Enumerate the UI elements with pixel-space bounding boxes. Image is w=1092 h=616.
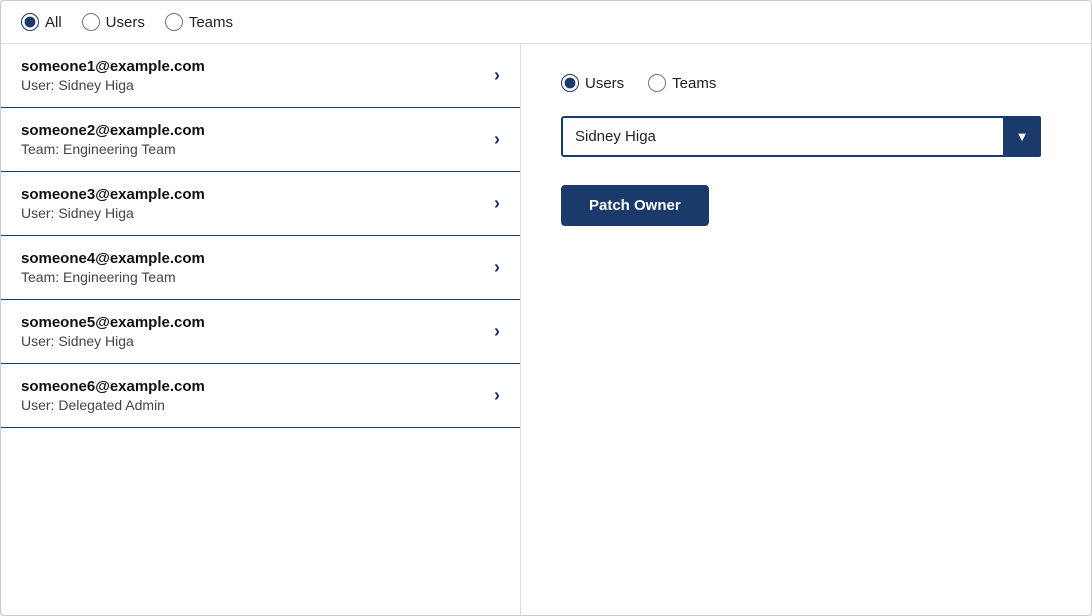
list-item-detail: User: Sidney Higa bbox=[21, 77, 205, 93]
list-item-detail: Team: Engineering Team bbox=[21, 141, 205, 157]
radio-all-label: All bbox=[45, 14, 62, 31]
radio-teams[interactable] bbox=[165, 13, 183, 31]
main-content: someone1@example.com User: Sidney Higa ›… bbox=[1, 44, 1091, 615]
patch-owner-button[interactable]: Patch Owner bbox=[561, 185, 709, 226]
chevron-right-icon: › bbox=[494, 257, 500, 278]
radio-users[interactable] bbox=[82, 13, 100, 31]
top-radio-group: All Users Teams bbox=[21, 13, 233, 31]
app-window: All Users Teams someone1@example.com Use… bbox=[0, 0, 1092, 616]
right-radio-users-label: Users bbox=[585, 75, 624, 92]
owner-select-wrapper: Sidney HigaDelegated AdminEngineering Te… bbox=[561, 116, 1041, 157]
list-item-text: someone1@example.com User: Sidney Higa bbox=[21, 58, 205, 93]
list-item-detail: User: Sidney Higa bbox=[21, 333, 205, 349]
right-radio-label-users[interactable]: Users bbox=[561, 74, 624, 92]
radio-label-teams[interactable]: Teams bbox=[165, 13, 233, 31]
list-item[interactable]: someone5@example.com User: Sidney Higa › bbox=[1, 300, 520, 364]
list-item-email: someone4@example.com bbox=[21, 250, 205, 267]
list-item-email: someone2@example.com bbox=[21, 122, 205, 139]
radio-users-label: Users bbox=[106, 14, 145, 31]
list-item-detail: User: Sidney Higa bbox=[21, 205, 205, 221]
left-panel: someone1@example.com User: Sidney Higa ›… bbox=[1, 44, 521, 615]
right-radio-group: Users Teams bbox=[561, 74, 1051, 92]
list-item-email: someone3@example.com bbox=[21, 186, 205, 203]
top-filter-bar: All Users Teams bbox=[1, 1, 1091, 44]
list-item-text: someone5@example.com User: Sidney Higa bbox=[21, 314, 205, 349]
radio-teams-label: Teams bbox=[189, 14, 233, 31]
right-radio-label-teams[interactable]: Teams bbox=[648, 74, 716, 92]
chevron-right-icon: › bbox=[494, 65, 500, 86]
list-item-text: someone4@example.com Team: Engineering T… bbox=[21, 250, 205, 285]
list-item[interactable]: someone4@example.com Team: Engineering T… bbox=[1, 236, 520, 300]
chevron-right-icon: › bbox=[494, 321, 500, 342]
list-item-detail: User: Delegated Admin bbox=[21, 397, 205, 413]
right-panel: Users Teams Sidney HigaDelegated AdminEn… bbox=[521, 44, 1091, 615]
right-radio-teams-label: Teams bbox=[672, 75, 716, 92]
owner-select[interactable]: Sidney HigaDelegated AdminEngineering Te… bbox=[561, 116, 1041, 157]
right-radio-users[interactable] bbox=[561, 74, 579, 92]
list-item-email: someone6@example.com bbox=[21, 378, 205, 395]
right-radio-teams[interactable] bbox=[648, 74, 666, 92]
list-item-email: someone5@example.com bbox=[21, 314, 205, 331]
list-item-text: someone2@example.com Team: Engineering T… bbox=[21, 122, 205, 157]
chevron-right-icon: › bbox=[494, 193, 500, 214]
list-item-text: someone3@example.com User: Sidney Higa bbox=[21, 186, 205, 221]
list-item[interactable]: someone6@example.com User: Delegated Adm… bbox=[1, 364, 520, 428]
list-item[interactable]: someone3@example.com User: Sidney Higa › bbox=[1, 172, 520, 236]
list-item-email: someone1@example.com bbox=[21, 58, 205, 75]
radio-all[interactable] bbox=[21, 13, 39, 31]
chevron-right-icon: › bbox=[494, 385, 500, 406]
list-item[interactable]: someone1@example.com User: Sidney Higa › bbox=[1, 44, 520, 108]
list-item[interactable]: someone2@example.com Team: Engineering T… bbox=[1, 108, 520, 172]
list-item-text: someone6@example.com User: Delegated Adm… bbox=[21, 378, 205, 413]
chevron-right-icon: › bbox=[494, 129, 500, 150]
radio-label-all[interactable]: All bbox=[21, 13, 62, 31]
list-item-detail: Team: Engineering Team bbox=[21, 269, 205, 285]
radio-label-users[interactable]: Users bbox=[82, 13, 145, 31]
